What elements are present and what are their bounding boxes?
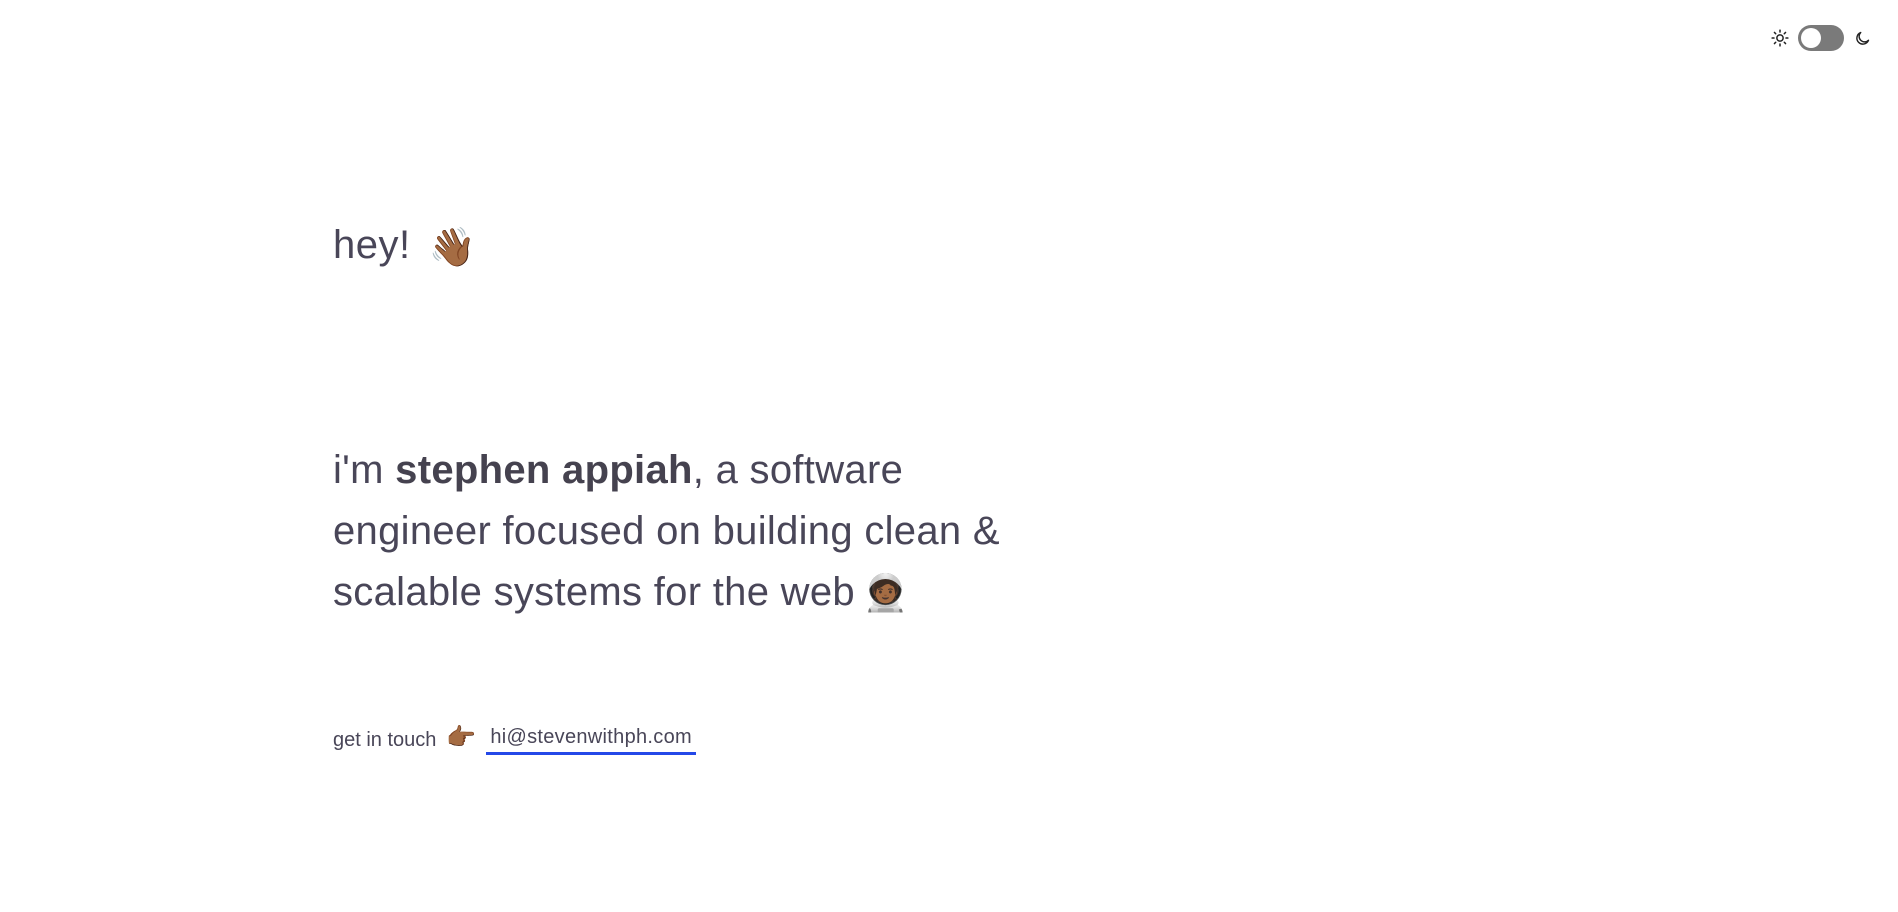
theme-toggle — [1770, 25, 1872, 51]
contact-row: get in touch 👉🏾 hi@stevenwithph.com — [333, 724, 696, 755]
theme-switch[interactable] — [1798, 25, 1844, 51]
moon-icon — [1852, 28, 1872, 48]
waving-hand-icon: 👋🏾 — [428, 226, 477, 269]
astronaut-icon: 🧑🏾‍🚀 — [862, 572, 909, 613]
intro-paragraph: i'm stephen appiah, a software engineer … — [333, 440, 1023, 623]
theme-switch-knob — [1801, 28, 1821, 48]
email-link[interactable]: hi@stevenwithph.com — [486, 726, 696, 755]
sun-icon — [1770, 28, 1790, 48]
greeting-text: hey! — [333, 222, 411, 267]
greeting-heading: hey! 👋🏾 — [333, 219, 476, 274]
intro-prefix: i'm — [333, 448, 396, 492]
author-name: stephen appiah — [395, 448, 693, 492]
contact-label: get in touch — [333, 729, 437, 751]
pointing-right-icon: 👉🏾 — [446, 724, 477, 751]
